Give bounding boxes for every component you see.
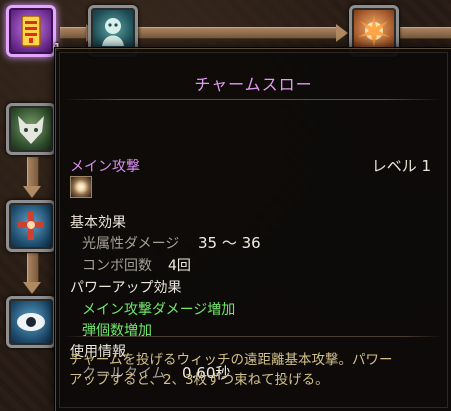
stat-label: 光属性ダメージ [82,236,180,252]
burst-icon [358,15,390,47]
description-divider [63,336,443,337]
skill-icon [70,176,92,198]
spirit-icon [102,18,124,46]
skill-node[interactable] [6,103,56,155]
wolf-icon [18,116,44,144]
tree-arrow [23,282,41,294]
powerup-header: パワーアップ効果 [70,280,182,296]
skill-node[interactable] [6,200,56,252]
tree-arrow [336,24,348,42]
tree-connector [138,27,338,39]
stat-value: 4回 [168,258,191,274]
base-effect-header: 基本効果 [70,215,126,231]
powerup-item: メイン攻撃ダメージ増加 [82,302,236,318]
tree-arrow [23,186,41,198]
skill-node[interactable] [6,296,56,348]
skill-node-charm-throw[interactable]: 1 [6,5,61,57]
charm-talisman-icon [21,15,41,47]
attack-type-label: メイン攻撃 [70,159,140,175]
stat-label: コンボ回数 [82,258,152,274]
cross-icon [18,212,44,240]
stat-value: 35 ～ 36 [198,234,261,252]
tree-connector [27,253,39,283]
powerup-item: 弾個数増加 [82,323,152,339]
skill-title: チャームスロー [194,75,313,94]
skill-description-line: アップすると、2、3枚ずつ束ねて投げる。 [69,372,329,388]
tree-connector [27,157,39,187]
skill-level-label: レベル 1 [371,157,431,175]
eye-icon [17,313,45,331]
tree-connector [400,27,451,39]
title-divider [64,99,443,100]
skill-description-line: チャームを投げるウィッチの遠距離基本攻撃。パワー [69,352,393,368]
